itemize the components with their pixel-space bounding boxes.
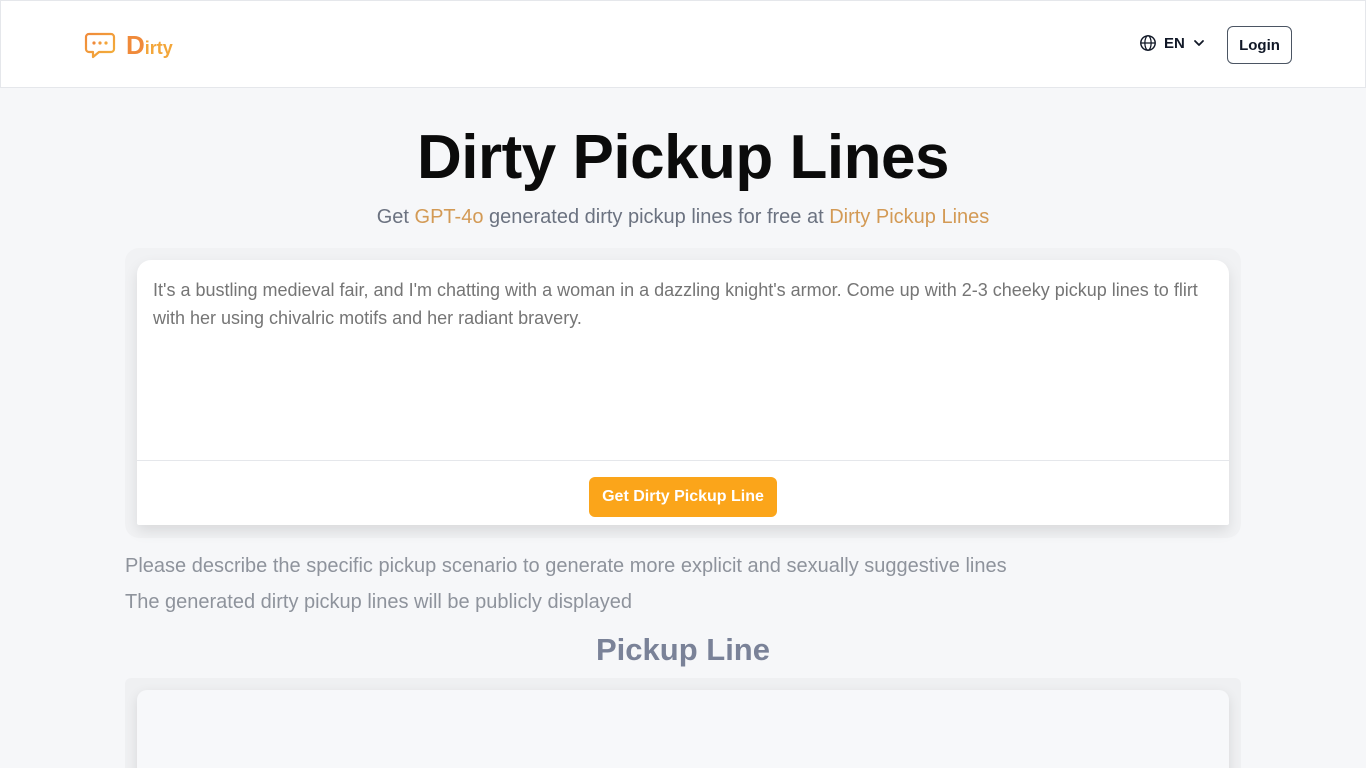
globe-icon bbox=[1140, 35, 1156, 51]
card-divider bbox=[137, 460, 1229, 461]
page-title: Dirty Pickup Lines bbox=[417, 123, 949, 192]
subtitle-middle: generated dirty pickup lines for free at bbox=[483, 206, 830, 228]
site-logo[interactable]: D irty bbox=[84, 29, 173, 61]
subtitle-prefix: Get bbox=[376, 206, 415, 228]
logo-wordmark: D irty bbox=[126, 30, 173, 61]
chevron-down-icon bbox=[1193, 40, 1204, 46]
language-label: EN bbox=[1164, 34, 1185, 52]
scenario-hint: Please describe the specific pickup scen… bbox=[125, 555, 1007, 577]
public-display-notice: The generated dirty pickup lines will be… bbox=[125, 591, 632, 613]
login-button[interactable]: Login bbox=[1227, 26, 1292, 64]
get-pickup-line-button[interactable]: Get Dirty Pickup Line bbox=[589, 477, 777, 517]
results-heading: Pickup Line bbox=[596, 632, 770, 667]
language-selector[interactable]: EN bbox=[1139, 34, 1206, 52]
subtitle-model: GPT-4o bbox=[414, 206, 484, 228]
page-subtitle: Get GPT-4o generated dirty pickup lines … bbox=[0, 206, 1366, 229]
results-card bbox=[137, 690, 1229, 768]
logo-rest: irty bbox=[144, 37, 173, 58]
generator-card: Get Dirty Pickup Line bbox=[137, 260, 1229, 525]
logo-initial: D bbox=[126, 29, 145, 60]
scenario-input[interactable] bbox=[137, 260, 1229, 460]
top-navbar: D irty EN Login bbox=[0, 0, 1366, 88]
chat-bubble-icon bbox=[84, 32, 116, 59]
subtitle-site-link[interactable]: Dirty Pickup Lines bbox=[829, 206, 989, 228]
